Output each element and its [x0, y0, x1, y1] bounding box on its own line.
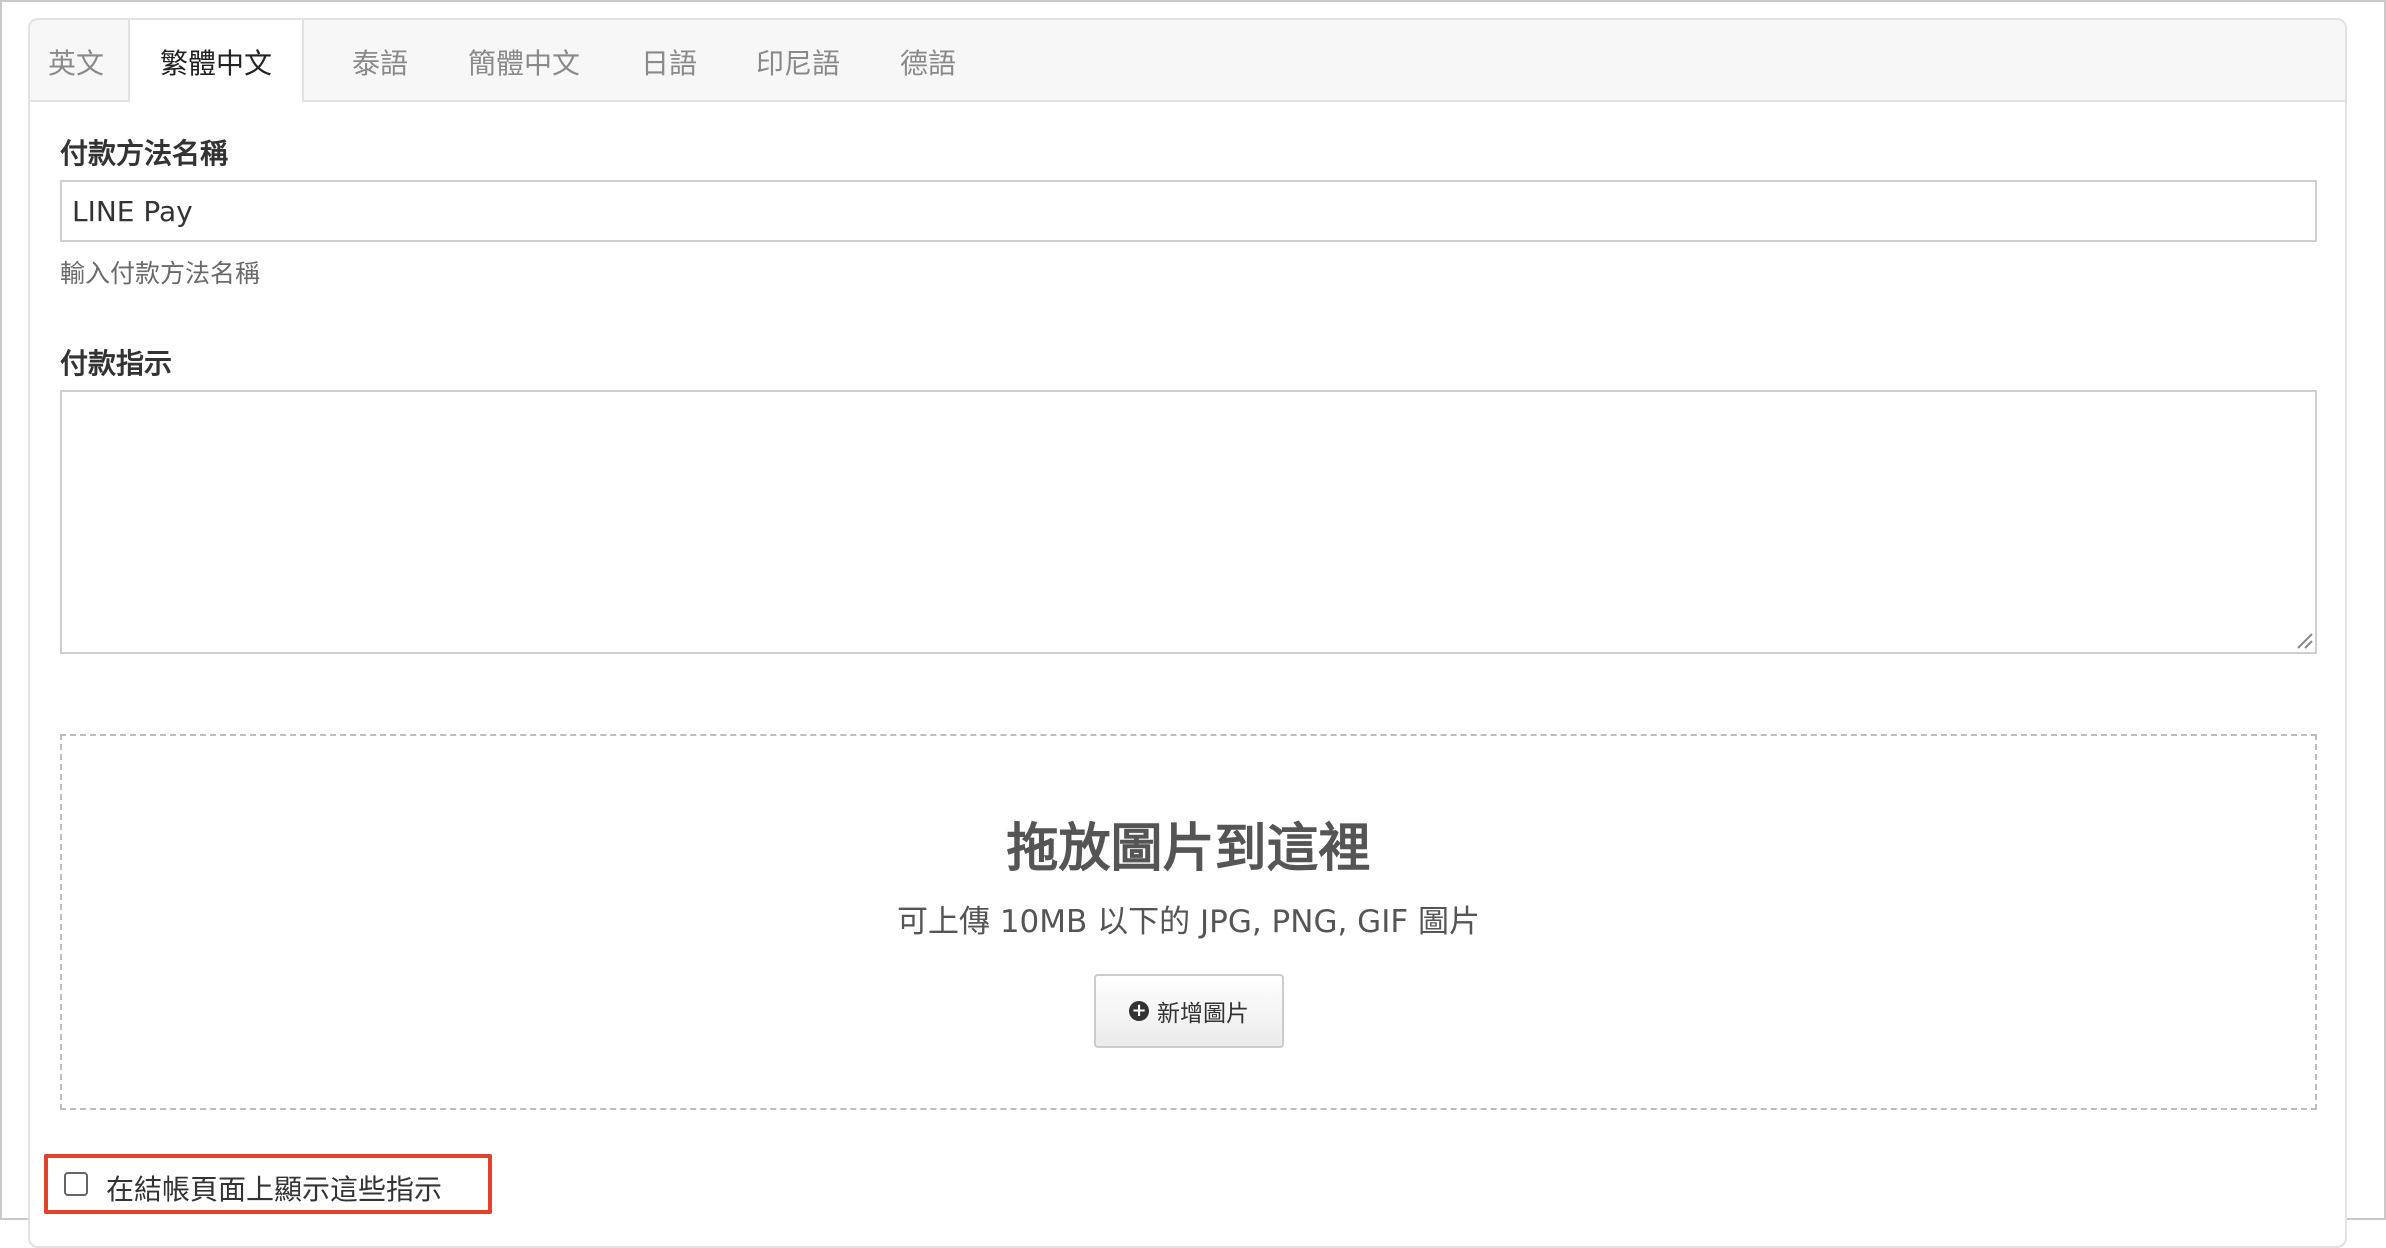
show-on-checkout-checkbox[interactable] — [64, 1172, 88, 1196]
language-tabs: 英文 繁體中文 泰語 簡體中文 日語 印尼語 德語 — [30, 20, 2345, 102]
payment-name-label: 付款方法名稱 — [60, 137, 229, 170]
tab-simplified-chinese[interactable]: 簡體中文 — [468, 20, 580, 100]
payment-name-input[interactable] — [60, 180, 2317, 242]
tab-indonesian[interactable]: 印尼語 — [756, 20, 840, 100]
add-image-button[interactable]: + 新增圖片 — [1094, 974, 1284, 1048]
instructions-label: 付款指示 — [60, 347, 173, 380]
dropzone-title: 拖放圖片到這裡 — [1006, 819, 1371, 879]
show-instructions-highlight: 在結帳頁面上顯示這些指示 — [44, 1154, 492, 1214]
add-image-label: 新增圖片 — [1157, 1001, 1249, 1027]
tab-thai[interactable]: 泰語 — [352, 20, 408, 100]
show-on-checkout-label[interactable]: 在結帳頁面上顯示這些指示 — [106, 1168, 442, 1208]
tab-german[interactable]: 德語 — [900, 20, 956, 100]
plus-circle-icon: + — [1129, 1001, 1149, 1021]
tab-traditional-chinese[interactable]: 繁體中文 — [128, 20, 305, 102]
payment-name-help: 輸入付款方法名稱 — [60, 259, 261, 288]
tab-english[interactable]: 英文 — [48, 20, 104, 100]
resize-grip-icon[interactable] — [2292, 628, 2314, 650]
dropzone-subtitle: 可上傳 10MB 以下的 JPG, PNG, GIF 圖片 — [896, 904, 1481, 940]
tab-japanese[interactable]: 日語 — [641, 20, 697, 100]
instructions-textarea[interactable] — [60, 390, 2317, 654]
payment-method-panel: 英文 繁體中文 泰語 簡體中文 日語 印尼語 德語 付款方法名稱 輸入付款方法名… — [28, 18, 2347, 1248]
image-dropzone[interactable]: 拖放圖片到這裡 可上傳 10MB 以下的 JPG, PNG, GIF 圖片 + … — [60, 734, 2317, 1110]
